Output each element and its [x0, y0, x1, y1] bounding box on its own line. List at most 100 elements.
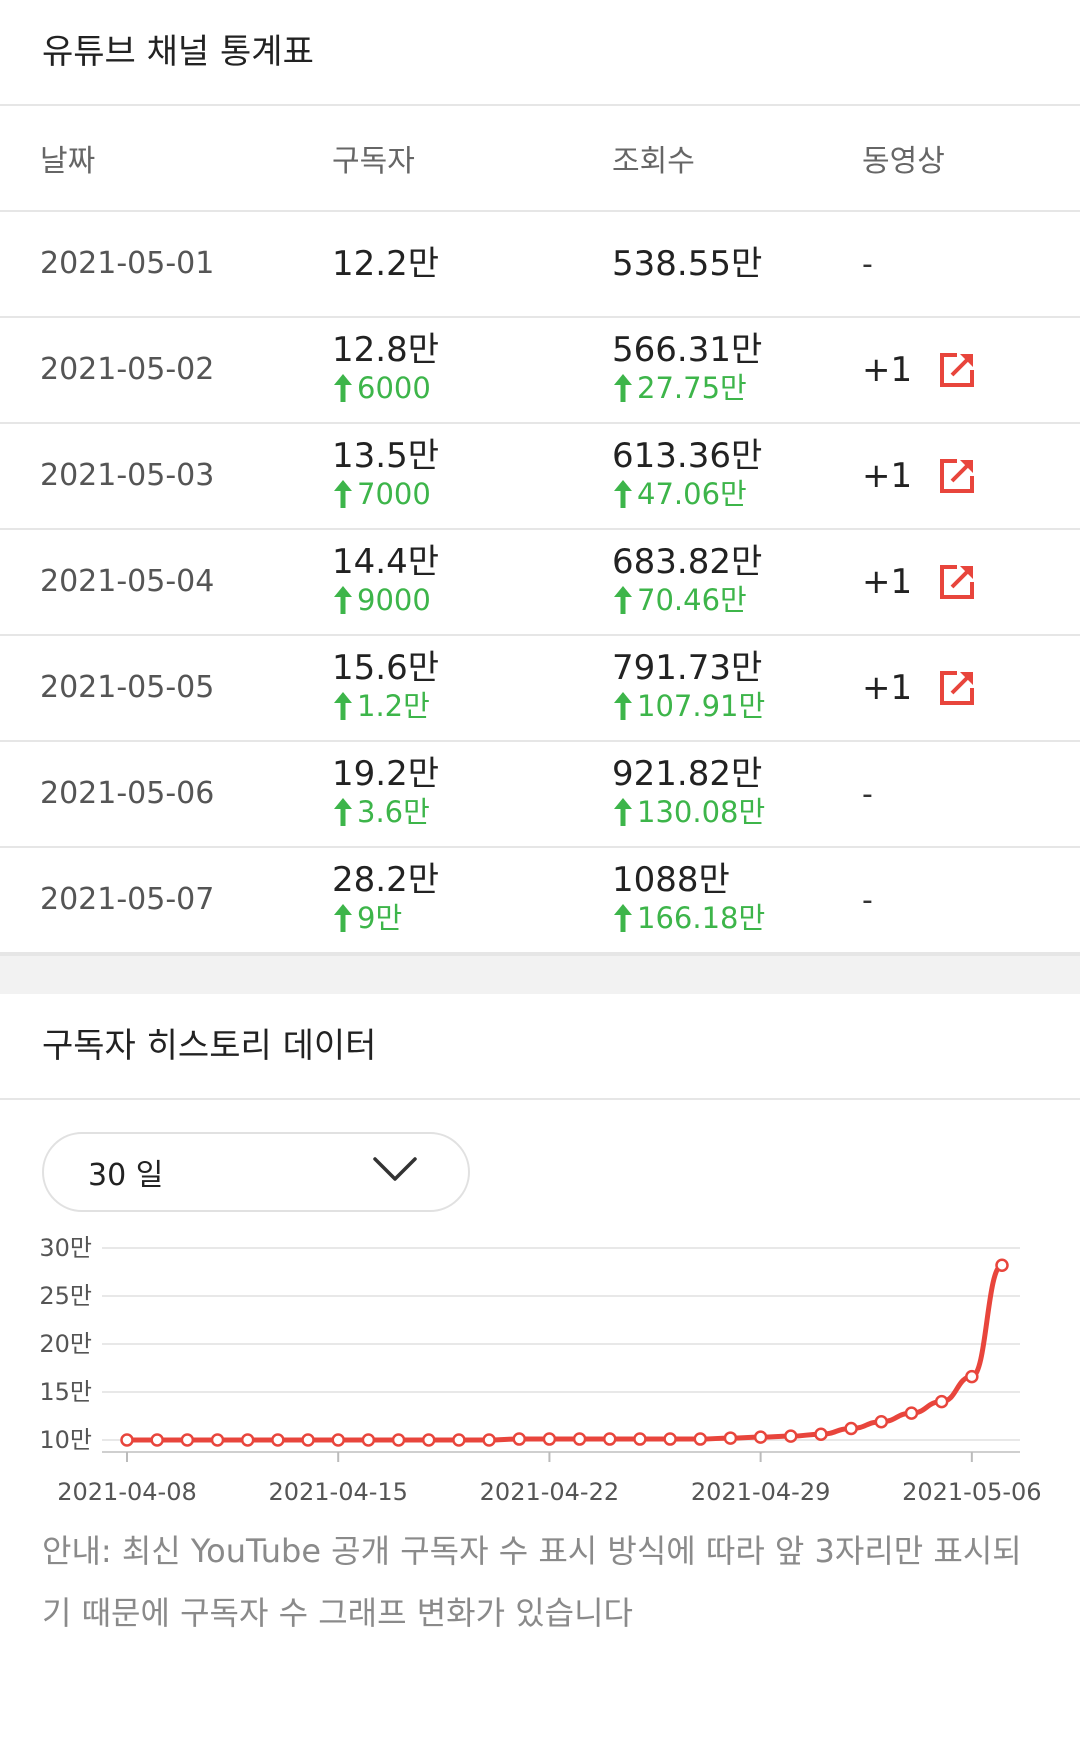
- delta-value: 166.18만: [637, 901, 766, 935]
- row-date: 2021-05-04: [40, 564, 215, 599]
- row-date: 2021-05-02: [40, 352, 215, 387]
- videos-cell: +1: [862, 636, 976, 740]
- chart-area: 30 일 10만 15만 20만 25만 30만 2021-04-08 2021-04-15…: [0, 1100, 1080, 1520]
- row-date: 2021-05-06: [40, 776, 215, 811]
- arrow-up-icon: [334, 586, 352, 614]
- subscriber-delta: 7000: [332, 476, 439, 512]
- arrow-up-icon: [334, 480, 352, 508]
- data-point: [844, 1421, 858, 1436]
- data-point: [572, 1432, 587, 1446]
- data-point: [723, 1431, 738, 1445]
- external-link-icon[interactable]: [938, 457, 976, 495]
- delta-value: 130.08만: [637, 795, 766, 829]
- delta-value: 27.75만: [637, 371, 747, 405]
- views-cell: 538.55만: [612, 212, 762, 316]
- data-point: [301, 1433, 315, 1447]
- views-cell: 566.31만 27.75만: [612, 330, 762, 406]
- delta-value: 9000: [357, 583, 431, 617]
- header-date: 날짜: [40, 144, 96, 179]
- delta-value: 70.46만: [637, 583, 747, 617]
- external-link-icon[interactable]: [938, 669, 976, 707]
- view-delta: 27.75만: [612, 370, 762, 406]
- data-point: [904, 1406, 919, 1420]
- views-cell: 683.82만 70.46만: [612, 542, 762, 618]
- subscriber-delta: 9000: [332, 582, 439, 618]
- notice-text: 안내: 최신 YouTube 공개 구독자 수 표시 방식에 따라 앞 3자리만…: [42, 1532, 1022, 1632]
- table-row: 2021-05-04 14.4만 9000 683.82만 70.46만 +1: [0, 530, 1080, 636]
- stats-card: 유튜브 채널 통계표 날짜 구독자 조회수 동영상 2021-05-01 12.2…: [0, 0, 1080, 954]
- delta-value: 107.91만: [637, 689, 766, 723]
- arrow-up-icon: [614, 904, 632, 932]
- y-tick-label: 30만: [39, 1234, 92, 1262]
- data-point: [693, 1432, 708, 1446]
- data-point: [421, 1433, 436, 1447]
- view-delta: 166.18만: [612, 900, 765, 936]
- subscriber-cell: 19.2만 3.6만: [332, 754, 439, 830]
- subscriber-count: 14.4만: [332, 542, 439, 582]
- arrow-up-icon: [334, 692, 352, 720]
- data-point: [452, 1433, 466, 1447]
- table-row: 2021-05-05 15.6만 1.2만 791.73만 107.91만 +1: [0, 636, 1080, 742]
- subscriber-count: 12.2만: [332, 244, 439, 284]
- videos-cell: +1: [862, 424, 976, 528]
- stats-title: 유튜브 채널 통계표: [0, 0, 1080, 106]
- views-cell: 613.36만 47.06만: [612, 436, 762, 512]
- arrow-up-icon: [334, 374, 352, 402]
- delta-value: 6000: [357, 371, 431, 405]
- subscriber-count: 19.2만: [332, 754, 439, 794]
- subscriber-cell: 13.5만 7000: [332, 436, 439, 512]
- subscriber-cell: 12.8만 6000: [332, 330, 439, 406]
- arrow-up-icon: [614, 692, 632, 720]
- row-date: 2021-05-07: [40, 882, 215, 917]
- x-tick-label: 2021-04-29: [691, 1478, 830, 1506]
- arrow-up-icon: [614, 480, 632, 508]
- subscriber-delta: 1.2만: [332, 688, 439, 724]
- views-cell: 791.73만 107.91만: [612, 648, 765, 724]
- header-videos: 동영상: [862, 144, 945, 179]
- y-tick-label: 20만: [39, 1330, 92, 1358]
- subscriber-count: 28.2만: [332, 860, 439, 900]
- table-row: 2021-05-01 12.2만 538.55만 -: [0, 212, 1080, 318]
- y-tick-label: 25만: [39, 1282, 92, 1310]
- view-count: 1088만: [612, 860, 730, 900]
- videos-cell: +1: [862, 318, 976, 422]
- arrow-up-icon: [334, 798, 352, 826]
- data-point: [542, 1432, 557, 1446]
- table-row: 2021-05-03 13.5만 7000 613.36만 47.06만 +1: [0, 424, 1080, 530]
- data-point: [874, 1415, 889, 1429]
- subscriber-count: 15.6만: [332, 648, 439, 688]
- external-link-icon[interactable]: [938, 351, 976, 389]
- data-point: [934, 1394, 949, 1409]
- history-card: 구독자 히스토리 데이터 30 일 10만 15만 20만 25만 30만 2021-04…: [0, 994, 1080, 1644]
- arrow-up-icon: [614, 798, 632, 826]
- video-count: +1: [862, 562, 913, 602]
- y-tick-label: 15만: [39, 1378, 92, 1406]
- video-count: +1: [862, 350, 913, 390]
- subscriber-count: 13.5만: [332, 436, 439, 476]
- subscriber-history-chart: 10만 15만 20만 25만 30만 2021-04-08 2021-04-15 2021-…: [39, 1234, 1041, 1506]
- series-line: [127, 1262, 1004, 1443]
- y-tick-label: 10만: [39, 1426, 92, 1454]
- history-title: 구독자 히스토리 데이터: [0, 994, 1080, 1100]
- subscriber-cell: 28.2만 9만: [332, 860, 439, 936]
- row-date: 2021-05-05: [40, 670, 215, 705]
- x-tick-label: 2021-05-06: [902, 1478, 1041, 1506]
- external-link-icon[interactable]: [938, 563, 976, 601]
- header-views: 조회수: [612, 144, 695, 179]
- view-count: 683.82만: [612, 542, 763, 582]
- subscriber-cell: 15.6만 1.2만: [332, 648, 439, 724]
- view-delta: 130.08만: [612, 794, 765, 830]
- view-count: 566.31만: [612, 330, 763, 370]
- data-point: [663, 1432, 677, 1446]
- arrow-up-icon: [614, 586, 632, 614]
- subscriber-delta: 3.6만: [332, 794, 439, 830]
- row-date: 2021-05-03: [40, 458, 215, 493]
- view-count: 921.82만: [612, 754, 763, 794]
- table-row: 2021-05-06 19.2만 3.6만 921.82만 130.08만 -: [0, 742, 1080, 848]
- subscriber-cell: 14.4만 9000: [332, 542, 439, 618]
- data-point: [965, 1369, 979, 1384]
- subscriber-count: 12.8만: [332, 330, 439, 370]
- data-point: [753, 1430, 768, 1444]
- view-delta: 70.46만: [612, 582, 762, 618]
- data-point: [120, 1433, 134, 1447]
